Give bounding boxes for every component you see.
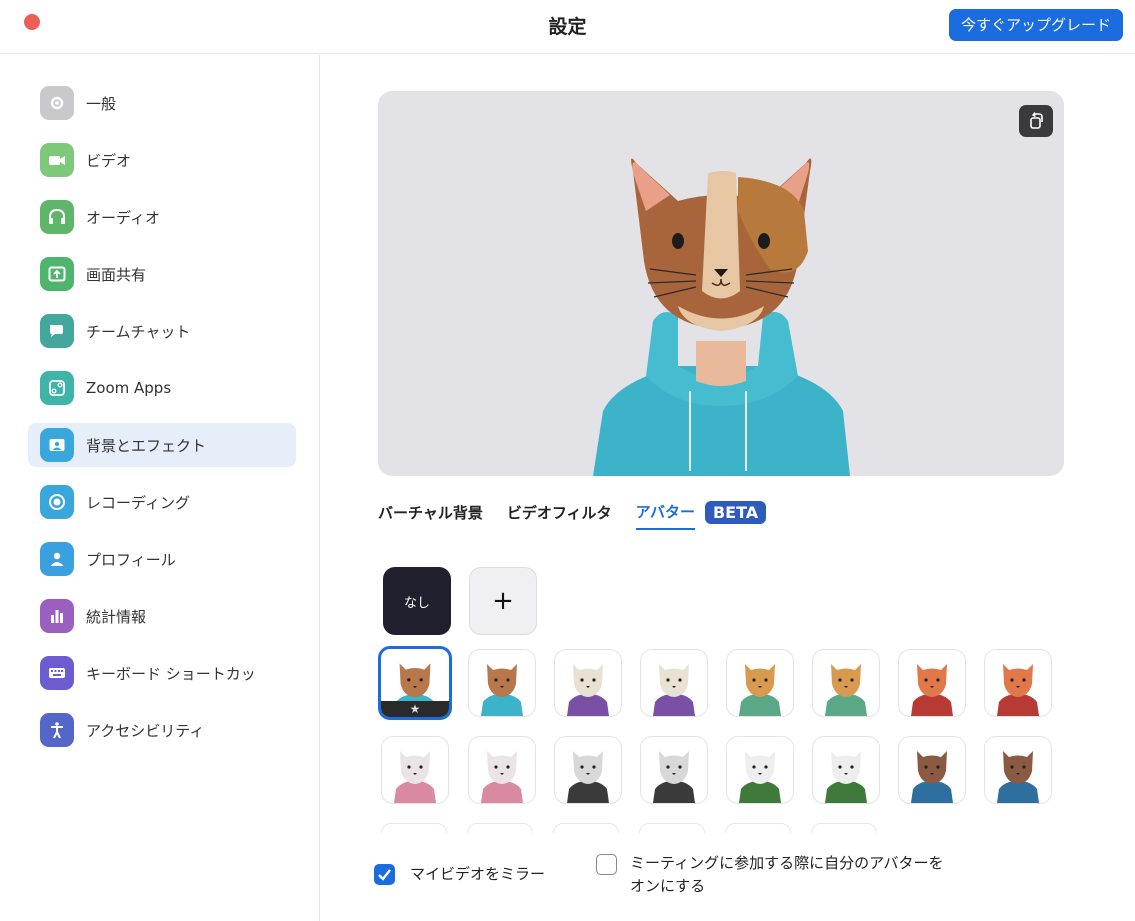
join-with-avatar-label: ミーティングに参加する際に自分のアバターを オンにする	[630, 852, 944, 898]
polar-bear-avatar-2-tile[interactable]	[640, 736, 708, 804]
checkmark-icon	[378, 869, 391, 881]
sidebar-item-background[interactable]: 背景とエフェクト	[28, 423, 296, 467]
no-avatar-tile[interactable]: なし	[383, 567, 451, 635]
sidebar-item-label: プロフィール	[86, 550, 176, 569]
tabby-cat-avatar	[481, 664, 523, 716]
sidebar-item-apps[interactable]: Zoom Apps	[28, 366, 296, 410]
sidebar-item-label: 統計情報	[86, 607, 147, 626]
gear-icon	[40, 86, 74, 120]
statistics-icon	[40, 599, 74, 633]
sidebar-item-video-camera[interactable]: ビデオ	[28, 138, 296, 182]
tabby-cat-avatar-tile[interactable]	[468, 649, 536, 717]
upgrade-button[interactable]: 今すぐアップグレード	[948, 9, 1123, 41]
effects-tabs: バーチャル背景 ビデオフィルタ アバター BETA	[378, 500, 767, 530]
cow-avatar-2-tile[interactable]	[640, 649, 708, 717]
avatar-tile-partial[interactable]	[381, 823, 447, 833]
sidebar-item-record[interactable]: レコーディング	[28, 480, 296, 524]
share-screen-icon	[40, 257, 74, 291]
dog-avatar	[739, 664, 781, 716]
sidebar-item-gear[interactable]: 一般	[28, 81, 296, 125]
panda-avatar-2-tile[interactable]	[812, 736, 880, 804]
favorite-bar[interactable]: ★	[381, 701, 449, 717]
sidebar-item-label: アクセシビリティ	[86, 721, 205, 740]
sidebar-item-label: Zoom Apps	[86, 379, 172, 397]
fox-avatar-2-tile[interactable]	[984, 649, 1052, 717]
sidebar-item-chat[interactable]: チームチャット	[28, 309, 296, 353]
sidebar-item-label: レコーディング	[86, 493, 190, 512]
cow-avatar-2	[653, 664, 695, 716]
title-bar: 設定 今すぐアップグレード	[0, 0, 1135, 54]
otter-avatar-2-tile[interactable]	[984, 736, 1052, 804]
record-icon	[40, 485, 74, 519]
cow-avatar-tile[interactable]	[554, 649, 622, 717]
fox-avatar-tile[interactable]	[898, 649, 966, 717]
otter-avatar	[911, 751, 953, 803]
tab-video-filters[interactable]: ビデオフィルタ	[507, 502, 612, 529]
sidebar-item-label: オーディオ	[86, 208, 160, 227]
avatar-tile-partial[interactable]	[467, 823, 533, 833]
mirror-video-label: マイビデオをミラー	[410, 865, 546, 883]
panda-avatar-tile[interactable]	[726, 736, 794, 804]
panda-avatar	[739, 751, 781, 803]
settings-sidebar: 一般ビデオオーディオ画面共有チームチャット Zoom Apps 背景とエフェクト レコ…	[0, 55, 320, 921]
sidebar-item-label: キーボード ショートカッ	[86, 664, 256, 683]
rotate-preview-button[interactable]	[1019, 105, 1053, 137]
polar-bear-avatar-tile[interactable]	[554, 736, 622, 804]
background-icon	[40, 428, 74, 462]
add-avatar-button[interactable]: +	[469, 567, 537, 635]
calico-cat-avatar-tile[interactable]: ★	[378, 646, 452, 720]
polar-bear-avatar	[567, 751, 609, 803]
panda-avatar-2	[825, 751, 867, 803]
rabbit-avatar	[394, 751, 436, 803]
fox-avatar-2	[997, 664, 1039, 716]
sidebar-item-profile[interactable]: プロフィール	[28, 537, 296, 581]
keyboard-icon	[40, 656, 74, 690]
rabbit-avatar-tile[interactable]	[381, 736, 449, 804]
rotate-icon	[1030, 112, 1043, 129]
otter-avatar-2	[997, 751, 1039, 803]
fox-avatar	[911, 664, 953, 716]
join-with-avatar-label-line1: ミーティングに参加する際に自分のアバターを	[630, 854, 944, 872]
cat-avatar-illustration	[593, 158, 850, 476]
dog-avatar-2-tile[interactable]	[812, 649, 880, 717]
avatar-tile-partial[interactable]	[553, 823, 619, 833]
beta-badge: BETA	[704, 500, 767, 524]
otter-avatar-tile[interactable]	[898, 736, 966, 804]
profile-icon	[40, 542, 74, 576]
sidebar-item-label: 一般	[86, 94, 117, 113]
sidebar-item-headphones[interactable]: オーディオ	[28, 195, 296, 239]
chat-icon	[40, 314, 74, 348]
tab-virtual-background[interactable]: バーチャル背景	[378, 502, 483, 529]
rabbit-avatar-2-tile[interactable]	[468, 736, 536, 804]
sidebar-item-keyboard[interactable]: キーボード ショートカッ	[28, 651, 296, 695]
avatar-tile-partial[interactable]	[639, 823, 705, 833]
avatar-preview	[378, 91, 1064, 476]
tab-avatars[interactable]: アバター	[635, 501, 695, 530]
apps-icon	[40, 371, 74, 405]
dog-avatar-tile[interactable]	[726, 649, 794, 717]
sidebar-item-label: 背景とエフェクト	[86, 436, 207, 455]
video-camera-icon	[40, 143, 74, 177]
headphones-icon	[40, 200, 74, 234]
rabbit-avatar-2	[481, 751, 523, 803]
avatar-tile-partial[interactable]	[811, 823, 877, 833]
accessibility-icon	[40, 713, 74, 747]
sidebar-item-accessibility[interactable]: アクセシビリティ	[28, 708, 296, 752]
polar-bear-avatar-2	[653, 751, 695, 803]
avatar-tile-partial[interactable]	[725, 823, 791, 833]
dog-avatar-2	[825, 664, 867, 716]
mirror-video-checkbox[interactable]	[374, 864, 395, 885]
sidebar-item-label: 画面共有	[86, 265, 147, 284]
join-with-avatar-checkbox[interactable]	[596, 854, 617, 875]
sidebar-item-share-screen[interactable]: 画面共有	[28, 252, 296, 296]
sidebar-item-label: ビデオ	[86, 151, 132, 170]
avatar-options: マイビデオをミラー ミーティングに参加する際に自分のアバターを オンにする	[374, 851, 1134, 911]
sidebar-item-statistics[interactable]: 統計情報	[28, 594, 296, 638]
star-icon: ★	[409, 702, 421, 716]
avatar-row-partial	[381, 819, 881, 833]
join-with-avatar-label-line2: オンにする	[630, 877, 706, 895]
sidebar-item-label: チームチャット	[86, 322, 191, 341]
background-effects-panel: バーチャル背景 ビデオフィルタ アバター BETA なし + ★ マイビデオをミ…	[321, 55, 1135, 921]
cow-avatar	[567, 664, 609, 716]
